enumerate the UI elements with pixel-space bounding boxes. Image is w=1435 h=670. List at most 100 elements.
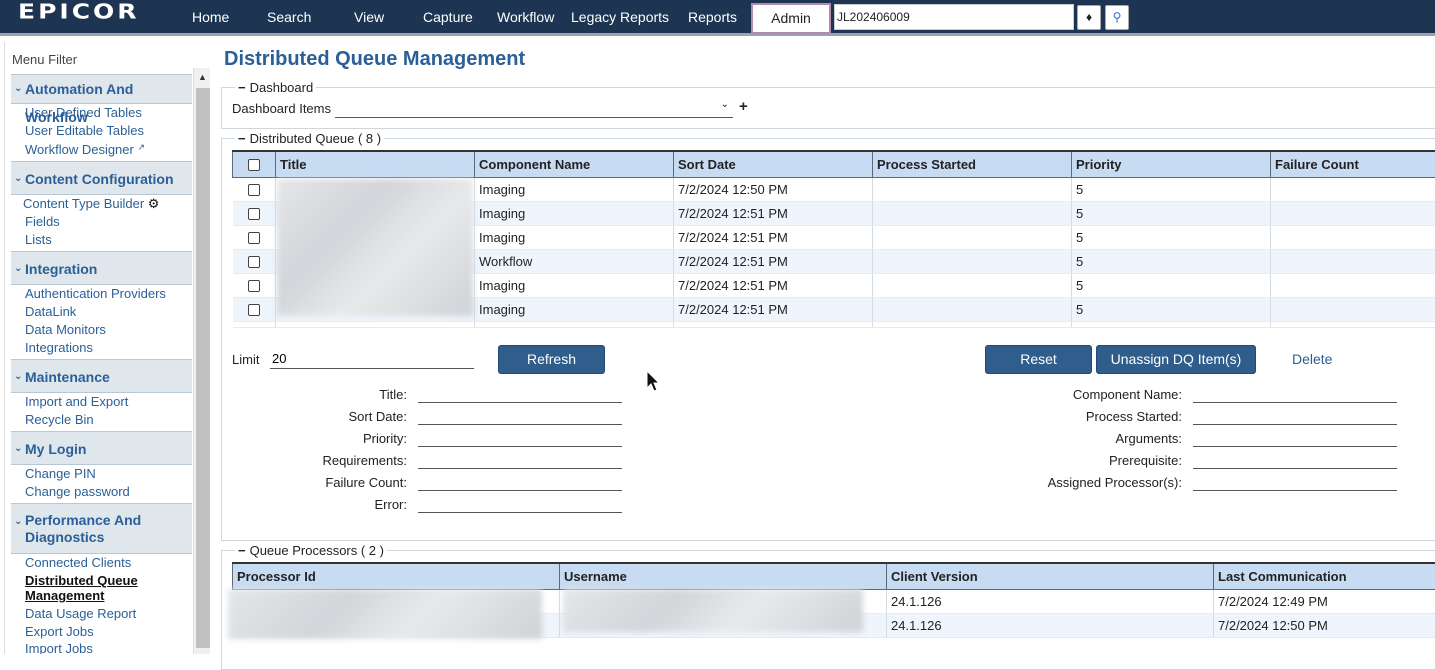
assigned-processors-field[interactable] xyxy=(1193,474,1397,491)
section-content-configuration[interactable]: ⌄ Content Configuration xyxy=(11,161,192,195)
refresh-button[interactable]: Refresh xyxy=(498,345,605,374)
menu-authentication-providers[interactable]: Authentication Providers xyxy=(25,286,166,301)
nav-workflow[interactable]: Workflow xyxy=(497,0,554,36)
menu-fields[interactable]: Fields xyxy=(25,214,60,229)
table-header-row: Processor Id Username Client Version Las… xyxy=(233,563,1435,589)
menu-import-jobs[interactable]: Import Jobs xyxy=(25,641,93,654)
reset-button[interactable]: Reset xyxy=(985,345,1092,374)
cell-priority: 5 xyxy=(1072,177,1271,201)
cell-component: Imaging xyxy=(475,273,674,297)
menu-integrations[interactable]: Integrations xyxy=(25,340,93,355)
limit-input[interactable] xyxy=(270,349,474,369)
scroll-thumb[interactable] xyxy=(196,88,210,648)
column-header-process-started[interactable]: Process Started xyxy=(873,151,1072,177)
add-dashboard-item-icon[interactable]: + xyxy=(739,98,748,115)
redacted-username-region xyxy=(563,589,863,632)
column-header-processor-id[interactable]: Processor Id xyxy=(233,563,560,589)
cell-component: Imaging xyxy=(475,297,674,321)
collapse-icon[interactable]: − xyxy=(238,131,246,146)
priority-field[interactable] xyxy=(418,430,622,447)
nav-view[interactable]: View xyxy=(354,0,384,36)
menu-distributed-queue-management[interactable]: Distributed Queue Management xyxy=(25,573,165,603)
column-header-client-version[interactable]: Client Version xyxy=(887,563,1214,589)
epicor-logo[interactable]: EPICOR xyxy=(0,0,170,29)
menu-change-pin[interactable]: Change PIN xyxy=(25,466,96,481)
menu-workflow-designer[interactable]: Workflow Designer ↗ xyxy=(25,142,145,157)
sidebar-menu: Menu Filter ⌄ Automation And Workflow Us… xyxy=(4,42,210,654)
distributed-queue-legend[interactable]: −Distributed Queue ( 8 ) xyxy=(235,131,384,146)
select-all-checkbox-cell[interactable] xyxy=(233,151,276,177)
select-all-checkbox[interactable] xyxy=(248,159,260,171)
prerequisite-field[interactable] xyxy=(1193,452,1397,469)
scroll-up-arrow-icon[interactable]: ▲ xyxy=(194,68,210,86)
menu-content-type-builder[interactable]: Content Type Builder ⚙ xyxy=(23,196,159,212)
page-title: Distributed Queue Management xyxy=(224,48,525,71)
nav-home[interactable]: Home xyxy=(192,0,229,36)
menu-export-jobs[interactable]: Export Jobs xyxy=(25,624,94,639)
admin-button[interactable]: Admin xyxy=(751,3,831,34)
collapse-icon[interactable]: − xyxy=(238,543,246,558)
failure-count-field[interactable] xyxy=(418,474,622,491)
row-checkbox[interactable] xyxy=(248,184,260,196)
search-button[interactable]: ⚲ xyxy=(1105,5,1129,30)
column-header-component-name[interactable]: Component Name xyxy=(475,151,674,177)
column-header-last-communication[interactable]: Last Communication xyxy=(1214,563,1435,589)
cell-component: Imaging xyxy=(475,177,674,201)
menu-recycle-bin[interactable]: Recycle Bin xyxy=(25,412,94,427)
row-checkbox[interactable] xyxy=(248,208,260,220)
requirements-field[interactable] xyxy=(418,452,622,469)
cell-process-started xyxy=(873,201,1072,225)
nav-search[interactable]: Search xyxy=(267,0,311,36)
column-header-title[interactable]: Title xyxy=(276,151,475,177)
sidebar-scrollbar[interactable]: ▲ xyxy=(193,68,210,654)
column-header-failure-count[interactable]: Failure Count xyxy=(1271,151,1435,177)
arguments-field[interactable] xyxy=(1193,430,1397,447)
nav-capture[interactable]: Capture xyxy=(423,0,473,36)
cell-process-started xyxy=(873,297,1072,321)
menu-datalink[interactable]: DataLink xyxy=(25,304,76,319)
row-checkbox[interactable] xyxy=(248,232,260,244)
error-field[interactable] xyxy=(418,496,622,513)
menu-filter-label[interactable]: Menu Filter xyxy=(12,52,77,67)
dashboard-items-select[interactable]: ⌄ xyxy=(335,98,733,118)
menu-user-defined-tables[interactable]: User Defined Tables xyxy=(25,105,142,120)
row-checkbox[interactable] xyxy=(248,256,260,268)
queue-processors-legend[interactable]: −Queue Processors ( 2 ) xyxy=(235,543,387,558)
legend-text: Queue Processors ( 2 ) xyxy=(250,543,384,558)
priority-label: Priority: xyxy=(250,431,407,446)
section-maintenance[interactable]: ⌄ Maintenance xyxy=(11,359,192,393)
section-automation-and-workflow[interactable]: ⌄ Automation And Workflow xyxy=(11,74,192,104)
sort-date-field[interactable] xyxy=(418,408,622,425)
menu-change-password[interactable]: Change password xyxy=(25,484,130,499)
delete-button[interactable]: Delete xyxy=(1292,351,1332,367)
quick-search-input[interactable] xyxy=(834,4,1074,30)
section-performance-and-diagnostics[interactable]: ⌄ Performance And Diagnostics xyxy=(11,503,192,554)
menu-import-and-export[interactable]: Import and Export xyxy=(25,394,128,409)
nav-reports[interactable]: Reports xyxy=(688,0,737,36)
chevron-down-icon: ⌄ xyxy=(14,432,22,466)
unassign-dq-items-button[interactable]: Unassign DQ Item(s) xyxy=(1096,345,1256,374)
clear-search-button[interactable]: ♦ xyxy=(1077,5,1101,30)
dashboard-legend[interactable]: −Dashboard xyxy=(235,80,316,95)
title-field[interactable] xyxy=(418,386,622,403)
menu-connected-clients[interactable]: Connected Clients xyxy=(25,555,131,570)
menu-lists[interactable]: Lists xyxy=(25,232,52,247)
collapse-icon[interactable]: − xyxy=(238,80,246,95)
column-header-priority[interactable]: Priority xyxy=(1072,151,1271,177)
column-header-sort-date[interactable]: Sort Date xyxy=(674,151,873,177)
cell-failure-count xyxy=(1271,273,1435,297)
process-started-field[interactable] xyxy=(1193,408,1397,425)
menu-user-editable-tables[interactable]: User Editable Tables xyxy=(25,123,144,138)
menu-data-usage-report[interactable]: Data Usage Report xyxy=(25,606,136,621)
component-name-field[interactable] xyxy=(1193,386,1397,403)
row-checkbox[interactable] xyxy=(248,304,260,316)
menu-data-monitors[interactable]: Data Monitors xyxy=(25,322,106,337)
column-header-username[interactable]: Username xyxy=(560,563,887,589)
dashboard-items-label: Dashboard Items xyxy=(232,101,331,116)
sort-date-label: Sort Date: xyxy=(250,409,407,424)
chevron-down-icon: ⌄ xyxy=(14,252,22,286)
nav-legacy-reports[interactable]: Legacy Reports xyxy=(571,0,669,36)
row-checkbox[interactable] xyxy=(248,280,260,292)
section-my-login[interactable]: ⌄ My Login xyxy=(11,431,192,465)
section-integration[interactable]: ⌄ Integration xyxy=(11,251,192,285)
